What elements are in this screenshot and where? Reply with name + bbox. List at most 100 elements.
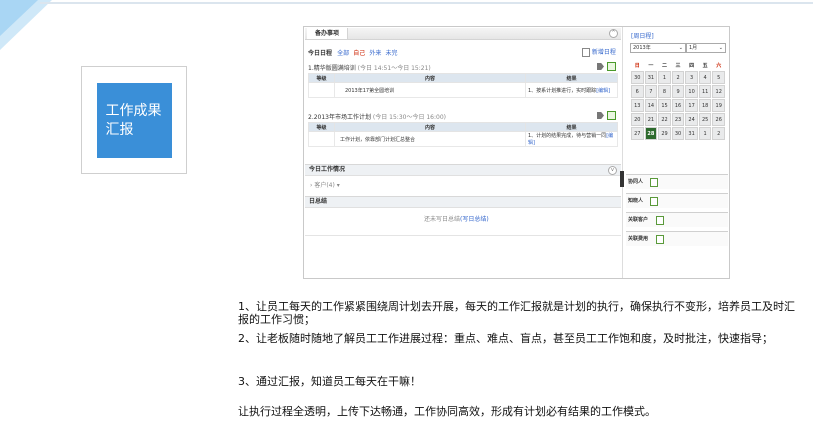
filter-unfinished[interactable]: 未完	[385, 50, 397, 57]
weekday-header: 五	[702, 62, 708, 69]
cell-content: 2013年17第全圆培训	[334, 82, 526, 98]
side-item-customers[interactable]: 关联客户	[626, 212, 728, 227]
filter-self[interactable]: 自己	[353, 50, 365, 57]
calendar-day[interactable]: 31	[644, 71, 658, 84]
item-time: (今日 14:51～今日 15:21)	[357, 65, 431, 72]
daily-summary-bar: 日总结	[305, 196, 621, 208]
calendar-day[interactable]: 4	[698, 71, 712, 84]
schedule-table: 等级 内容 结果 2013年17第全圆培训 1、按系计划推进行，实时跟踪[编辑]	[308, 73, 618, 98]
write-summary-link[interactable]: (写日总结)	[460, 216, 489, 223]
calendar-day[interactable]: 20	[631, 113, 644, 126]
calendar-day[interactable]: 2	[712, 127, 725, 140]
col-result: 结果	[525, 122, 618, 132]
benefit-2: 2、让老板随时随地了解员工工作进展过程：重点、难点、盲点，甚至员工工作饱和度，及…	[238, 332, 773, 345]
schedule-title: 今日日程	[308, 50, 333, 57]
todo-main: 备办事项 ^ 今日日程 全部 自己 外来 未完 新增日程 1.精华版圆满培训 (…	[304, 27, 623, 278]
calendar-day[interactable]: 19	[712, 99, 725, 112]
calendar-day[interactable]: 6	[631, 85, 644, 98]
calendar-day[interactable]: 24	[685, 113, 698, 126]
month-value: 1月	[689, 45, 698, 51]
tab-todo[interactable]: 备办事项	[307, 28, 349, 39]
calendar-day[interactable]: 30	[631, 71, 644, 84]
calendar-day[interactable]: 2	[671, 71, 685, 84]
col-level: 等级	[308, 73, 335, 83]
result-text: 1、计划的结果完成，待与营销一同	[528, 133, 607, 139]
calendar-day[interactable]: 25	[698, 113, 712, 126]
empty-text: 还未写日总结	[424, 216, 461, 223]
today-work-bar[interactable]: 今日工作情况 v	[305, 164, 621, 176]
tag-icon[interactable]	[597, 63, 604, 70]
add-icon[interactable]	[650, 197, 658, 206]
new-schedule-label: 新增日程	[591, 49, 616, 56]
calendar-day[interactable]: 10	[685, 85, 698, 98]
cell-result: 1、按系计划推进行，实时跟踪[编辑]	[525, 82, 618, 98]
weekday-header: 六	[716, 62, 722, 69]
cell-level	[308, 131, 335, 147]
weekday-header: 一	[648, 62, 654, 69]
edit-icon[interactable]	[607, 111, 616, 120]
filter-all[interactable]: 全部	[337, 50, 349, 57]
weekday-header: 三	[675, 62, 681, 69]
calendar-day[interactable]: 16	[671, 99, 685, 112]
calendar-day[interactable]: 21	[644, 113, 658, 126]
calendar-day[interactable]: 1	[698, 127, 712, 140]
item-time: (今日 15:30～今日 16:00)	[372, 114, 447, 121]
calendar-day[interactable]: 13	[631, 99, 644, 112]
schedule-section: 今日日程 全部 自己 外来 未完	[308, 48, 397, 57]
daily-summary-title: 日总结	[309, 198, 328, 205]
calendar-day[interactable]: 27	[631, 127, 644, 140]
month-select[interactable]: 1月 ⌄	[686, 43, 726, 53]
calendar-day[interactable]: 9	[671, 85, 685, 98]
side-item-label: 关联费用	[628, 236, 649, 242]
calendar-day[interactable]: 18	[698, 99, 712, 112]
chevron-right-icon: ›	[310, 182, 313, 189]
calendar-day[interactable]: 17	[685, 99, 698, 112]
new-schedule-button[interactable]: 新增日程	[582, 47, 616, 57]
calendar-day[interactable]: 14	[644, 99, 658, 112]
add-icon[interactable]	[656, 216, 664, 225]
calendar-day[interactable]: 28	[644, 127, 658, 140]
calendar-day[interactable]: 8	[658, 85, 671, 98]
cell-content: 工作计划，依靠部门计划汇总整合	[334, 131, 526, 147]
calendar-day[interactable]: 7	[644, 85, 658, 98]
edit-link[interactable]: [编辑]	[596, 88, 610, 94]
side-item-costs[interactable]: 关联费用	[626, 231, 728, 246]
expand-icon[interactable]: v	[608, 166, 617, 175]
calendar-day[interactable]: 12	[712, 85, 725, 98]
top-divider	[40, 2, 813, 4]
calendar-day[interactable]: 26	[712, 113, 725, 126]
calendar-day[interactable]: 22	[658, 113, 671, 126]
tag-icon[interactable]	[597, 112, 604, 119]
result-text: 1、按系计划推进行，实时跟踪	[528, 87, 597, 94]
benefit-1: 1、让员工每天的工作紧紧围绕周计划去开展，每天的工作汇报就是计划的执行，确保执行…	[238, 300, 795, 326]
schedule-table: 等级 内容 结果 工作计划，依靠部门计划汇总整合 1、计划的结果完成，待与营销一…	[308, 122, 618, 147]
calendar-day[interactable]: 11	[698, 85, 712, 98]
calendar-day[interactable]: 30	[671, 127, 685, 140]
feature-card[interactable]: 工作成果汇报	[81, 66, 187, 174]
calendar-day[interactable]: 1	[658, 71, 671, 84]
calendar-day[interactable]: 23	[671, 113, 685, 126]
benefit-3: 3、通过汇报，知道员工每天在干嘛！	[238, 375, 421, 388]
calendar-day[interactable]: 15	[658, 99, 671, 112]
calendar-day[interactable]: 31	[685, 127, 698, 140]
add-icon[interactable]	[650, 178, 658, 187]
week-schedule-link[interactable]: [周日程]	[631, 31, 654, 40]
weekday-header: 四	[689, 62, 695, 69]
calendar-sidebar: [周日程] 2013年 ⌄ 1月 ⌄ 日 一 二 三 四 五 六 30 31 1 2 3…	[624, 27, 729, 278]
customer-row[interactable]: › 客户(4) ▾	[310, 180, 340, 189]
calendar-day[interactable]: 29	[658, 127, 671, 140]
year-select[interactable]: 2013年 ⌄	[630, 43, 686, 53]
chevron-down-icon: ▾	[336, 182, 340, 189]
edit-icon[interactable]	[607, 62, 616, 71]
side-item-informed[interactable]: 知晓人	[626, 193, 728, 208]
customer-count: 客户(4)	[314, 182, 335, 189]
collapse-icon[interactable]: ^	[609, 29, 618, 38]
side-item-collaborators[interactable]: 协同人	[626, 174, 728, 189]
col-level: 等级	[308, 122, 335, 132]
panel-header: 备办事项 ^	[305, 28, 621, 40]
schedule-item-heading: 2.2013年市场工作计划 (今日 15:30～今日 16:00)	[308, 112, 446, 121]
calendar-day[interactable]: 3	[685, 71, 698, 84]
filter-external[interactable]: 外来	[369, 50, 381, 57]
calendar-day[interactable]: 5	[712, 71, 725, 84]
add-icon[interactable]	[656, 235, 664, 244]
